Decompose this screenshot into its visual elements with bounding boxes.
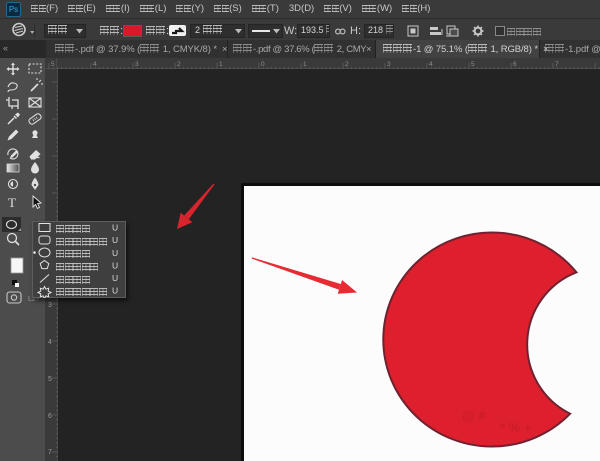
svg-text:3: 3 — [48, 302, 52, 309]
svg-text:T: T — [8, 195, 16, 210]
svg-text:7: 7 — [555, 61, 559, 68]
svg-text:0: 0 — [261, 61, 265, 68]
svg-text:6: 6 — [513, 61, 517, 68]
svg-text:4: 4 — [93, 61, 97, 68]
svg-text:2: 2 — [177, 61, 181, 68]
svg-text:U: U — [112, 235, 118, 245]
svg-text:5: 5 — [48, 376, 52, 383]
svg-text:5: 5 — [51, 61, 55, 68]
svg-text:5: 5 — [471, 61, 475, 68]
svg-text:7: 7 — [48, 449, 52, 456]
svg-text:U: U — [112, 273, 118, 283]
svg-text:6: 6 — [48, 413, 52, 420]
svg-text:U: U — [112, 261, 118, 271]
svg-text:1: 1 — [303, 61, 307, 68]
svg-text:3: 3 — [135, 61, 139, 68]
svg-text:@ #: @ # — [462, 408, 486, 423]
svg-text:3: 3 — [387, 61, 391, 68]
svg-text:U: U — [112, 223, 118, 233]
svg-text:1: 1 — [219, 61, 223, 68]
svg-text:* % +: * % + — [500, 420, 532, 435]
svg-text:U: U — [112, 248, 118, 258]
svg-text:U: U — [112, 286, 118, 296]
svg-text:2: 2 — [345, 61, 349, 68]
svg-text:4: 4 — [48, 339, 52, 346]
svg-text:4: 4 — [429, 61, 433, 68]
